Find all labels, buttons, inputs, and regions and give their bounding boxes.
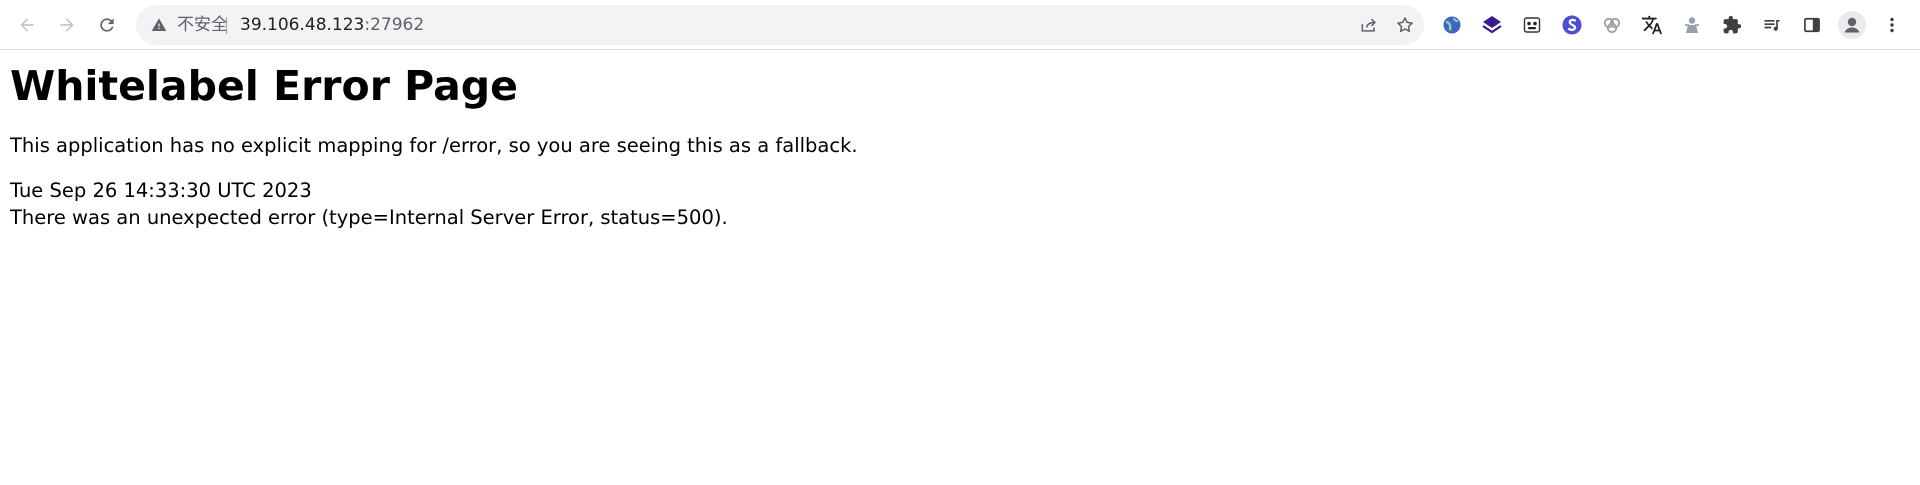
- extensions-puzzle-icon[interactable]: [1717, 10, 1747, 40]
- extension-globe-icon[interactable]: [1437, 10, 1467, 40]
- reload-button[interactable]: [92, 10, 122, 40]
- extension-puppet-icon[interactable]: [1677, 10, 1707, 40]
- error-timestamp: Tue Sep 26 14:33:30 UTC 2023: [10, 179, 312, 202]
- extension-translate-icon[interactable]: [1637, 10, 1667, 40]
- kebab-menu-icon[interactable]: [1877, 10, 1907, 40]
- page-title: Whitelabel Error Page: [10, 62, 518, 110]
- url-host: 39.106.48.123: [240, 15, 365, 35]
- bookmark-star-icon[interactable]: [1390, 5, 1420, 45]
- page-content: Whitelabel Error Page This application h…: [10, 56, 1900, 231]
- share-icon[interactable]: [1354, 5, 1384, 45]
- reload-icon: [97, 15, 117, 35]
- url-separator: [226, 17, 227, 34]
- extension-s-logo-icon[interactable]: [1557, 10, 1587, 40]
- error-details: Tue Sep 26 14:33:30 UTC 2023 There was a…: [10, 177, 1900, 231]
- fallback-message: This application has no explicit mapping…: [10, 134, 858, 157]
- warning-triangle-icon[interactable]: [150, 5, 168, 45]
- forward-arrow-icon: [57, 15, 77, 35]
- profile-avatar-icon[interactable]: [1837, 10, 1867, 40]
- extension-layers-icon[interactable]: [1477, 10, 1507, 40]
- extension-link-icon[interactable]: [1597, 10, 1627, 40]
- side-panel-icon[interactable]: [1797, 10, 1827, 40]
- media-playlist-icon[interactable]: [1757, 10, 1787, 40]
- back-arrow-icon: [17, 15, 37, 35]
- extension-panda-icon[interactable]: [1517, 10, 1547, 40]
- url-text[interactable]: 39.106.48.123:27962: [240, 5, 424, 45]
- url-port: :27962: [364, 15, 425, 35]
- address-bar[interactable]: 不安全 39.106.48.123:27962: [136, 5, 1424, 45]
- back-button[interactable]: [12, 10, 42, 40]
- security-status-label[interactable]: 不安全: [177, 5, 228, 45]
- error-description: There was an unexpected error (type=Inte…: [10, 206, 728, 229]
- forward-button[interactable]: [52, 10, 82, 40]
- browser-toolbar: 不安全 39.106.48.123:27962: [0, 0, 1920, 50]
